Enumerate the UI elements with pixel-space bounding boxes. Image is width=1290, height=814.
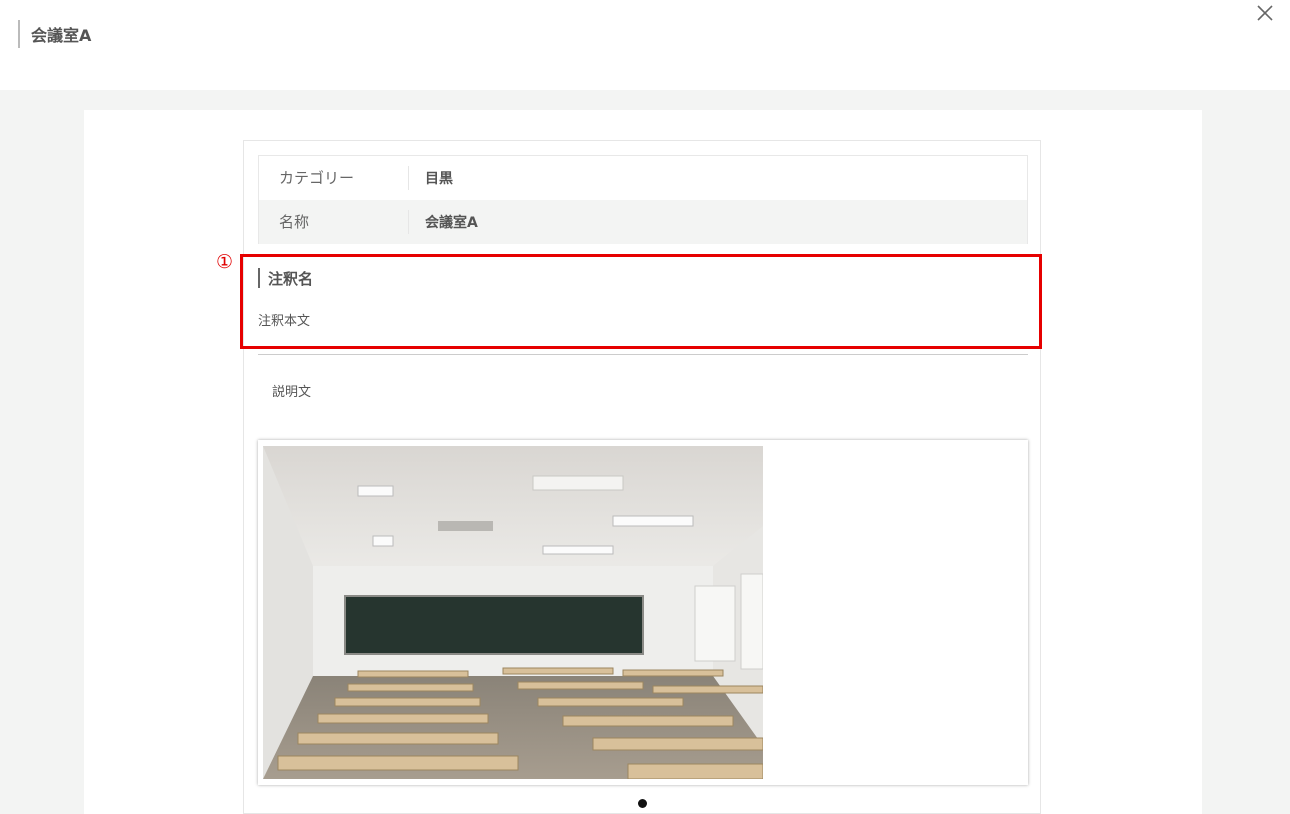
divider xyxy=(258,354,1028,355)
info-row-category: カテゴリー 目黒 xyxy=(259,156,1027,200)
modal-header: 会議室A xyxy=(0,0,1290,90)
annotation-marker: ① xyxy=(216,251,234,273)
note-title: 注釈名 xyxy=(268,269,314,288)
classroom-image xyxy=(263,446,763,779)
modal-title-wrap: 会議室A xyxy=(18,20,91,48)
close-button[interactable] xyxy=(1252,0,1278,26)
info-label: 名称 xyxy=(259,210,409,234)
info-table: カテゴリー 目黒 名称 会議室A xyxy=(258,155,1028,244)
note-body: 注釈本文 xyxy=(258,314,311,329)
info-row-name: 名称 会議室A xyxy=(259,200,1027,244)
close-icon xyxy=(1257,5,1273,21)
info-label: カテゴリー xyxy=(259,166,409,190)
annotation-highlight-box xyxy=(240,254,1042,349)
description-text: 説明文 xyxy=(272,385,312,400)
modal-title: 会議室A xyxy=(31,26,92,45)
info-value: 目黒 xyxy=(425,171,453,187)
carousel-dot[interactable] xyxy=(638,799,647,808)
note-title-wrap: 注釈名 xyxy=(258,268,313,288)
image-gallery[interactable] xyxy=(258,440,1028,785)
classroom-photo xyxy=(263,446,763,779)
info-value: 会議室A xyxy=(425,215,478,231)
